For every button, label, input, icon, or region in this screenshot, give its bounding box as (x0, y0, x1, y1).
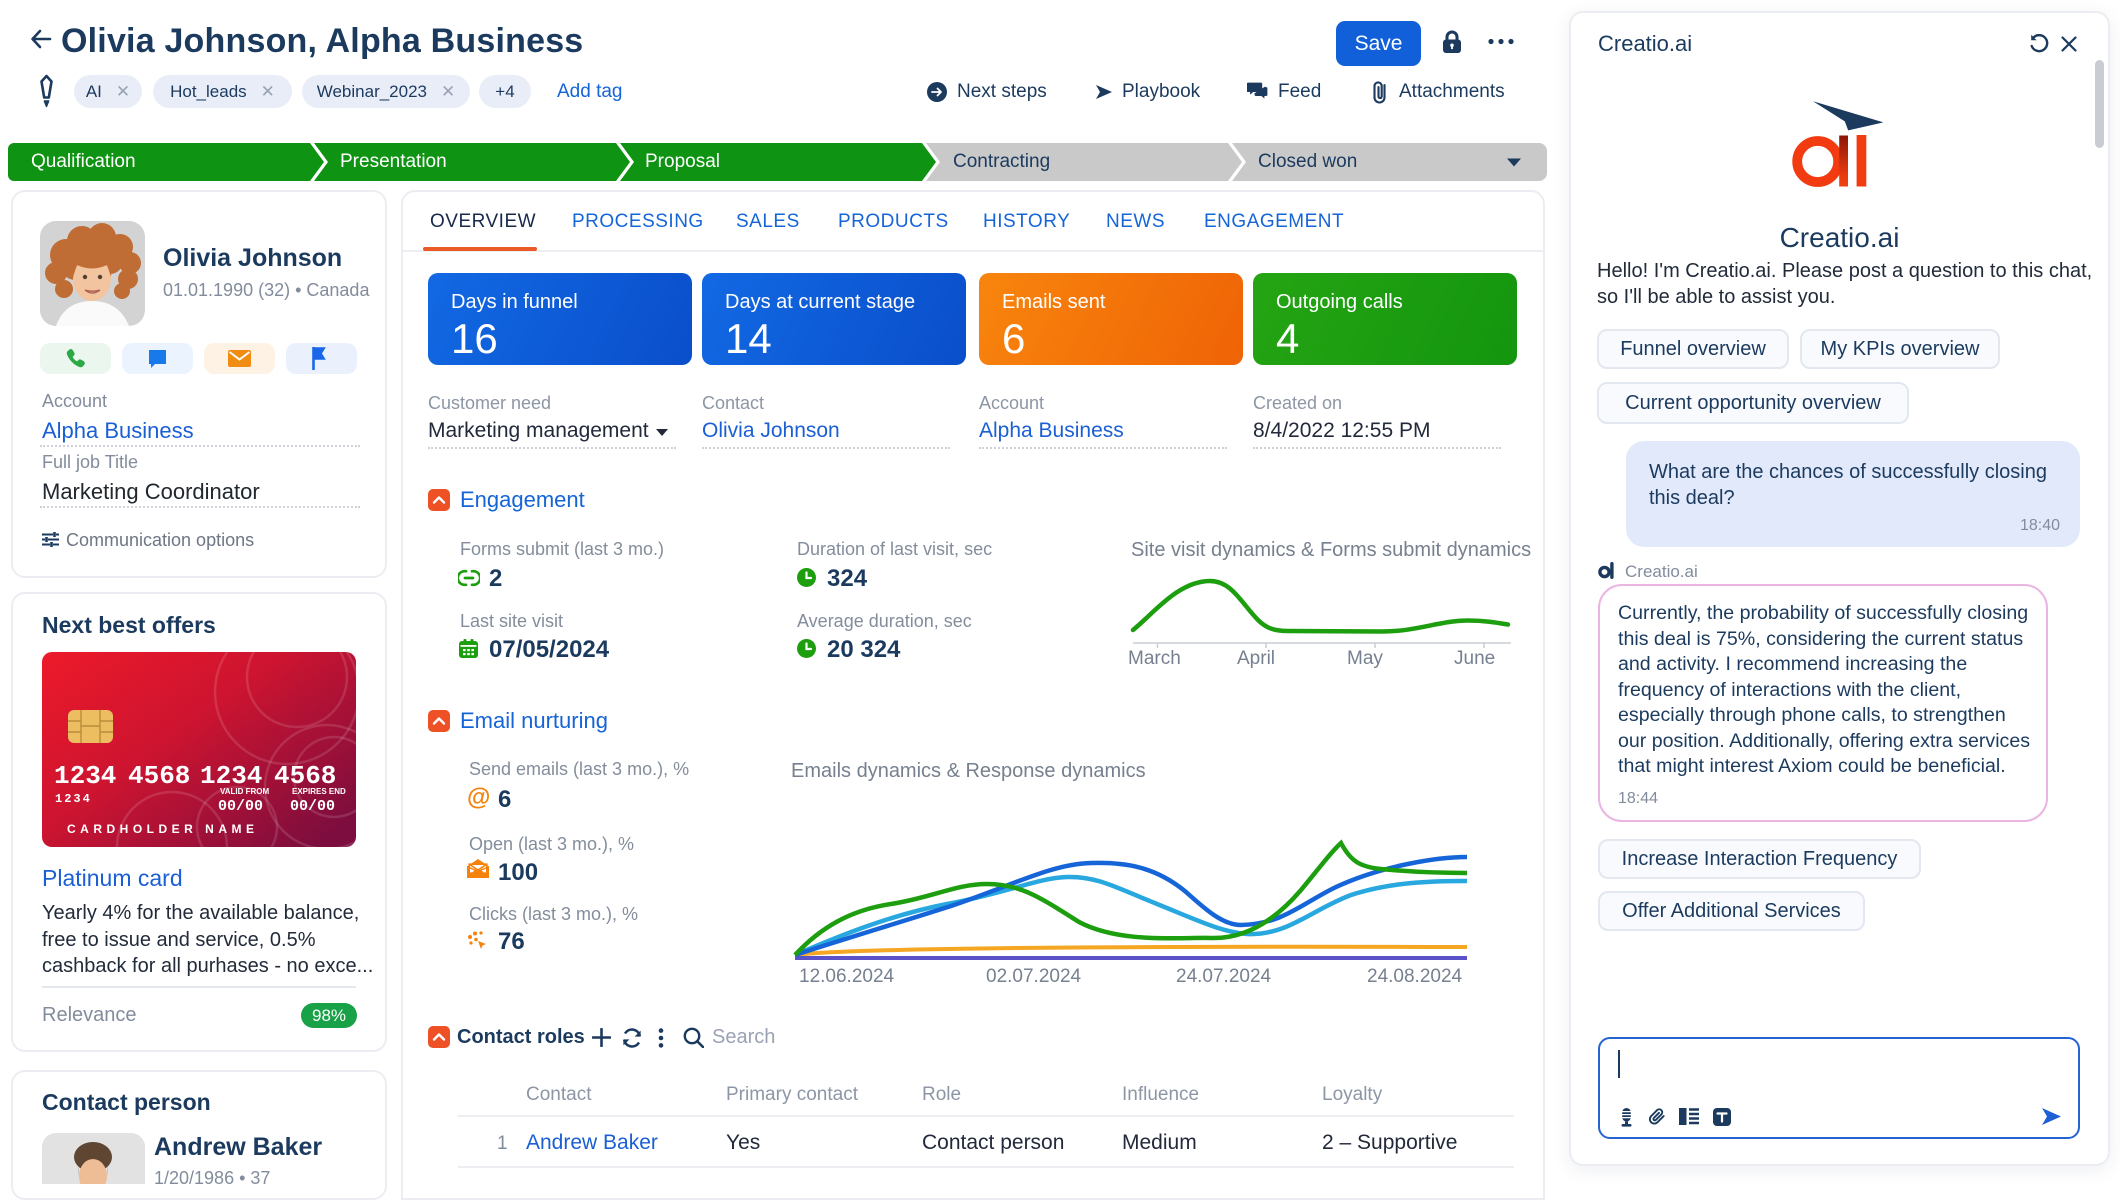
svg-text:EXPIRES END: EXPIRES END (292, 787, 346, 796)
svg-text:1234: 1234 (54, 761, 116, 791)
svg-text:4568: 4568 (128, 761, 190, 791)
svg-text:VALID FROM: VALID FROM (220, 787, 270, 796)
svg-text:00/00: 00/00 (218, 798, 263, 815)
svg-text:1234: 1234 (55, 792, 92, 806)
svg-text:CARDHOLDER NAME: CARDHOLDER NAME (67, 822, 259, 836)
svg-text:00/00: 00/00 (290, 798, 335, 815)
